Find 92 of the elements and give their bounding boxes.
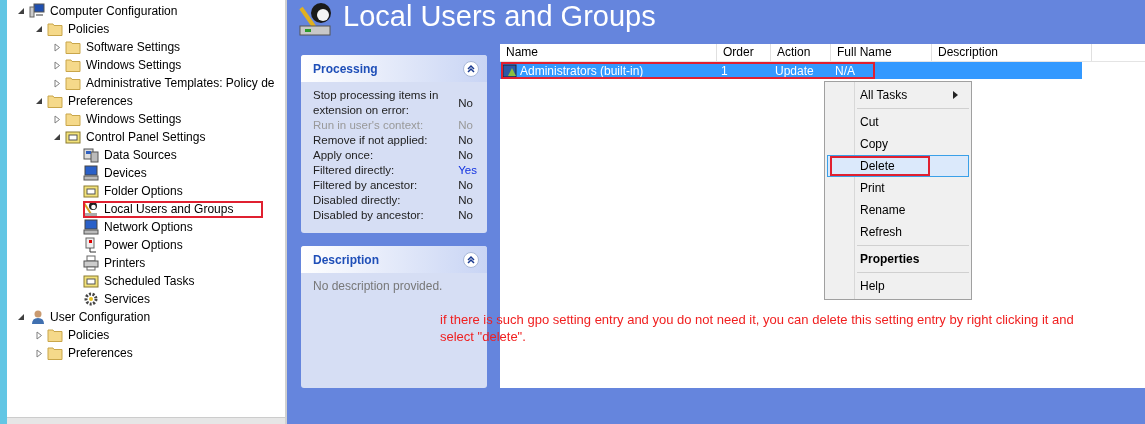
expand-arrow-icon[interactable]	[53, 78, 62, 88]
folder-icon	[47, 94, 63, 108]
collapse-arrow-icon[interactable]	[35, 96, 44, 106]
computer-icon	[29, 3, 45, 19]
setting-value: No	[458, 193, 474, 208]
menu-item[interactable]: Copy	[827, 133, 969, 155]
tree-item[interactable]: Data Sources	[102, 148, 179, 162]
expand-arrow-icon[interactable]	[53, 114, 62, 124]
menu-item[interactable]: All Tasks	[827, 84, 969, 106]
collapse-icon[interactable]	[463, 251, 479, 268]
tree-item[interactable]: Devices	[102, 166, 149, 180]
folder-icon	[65, 76, 81, 90]
tree-item[interactable]: Control Panel Settings	[84, 130, 208, 144]
tree-item[interactable]: Policies	[66, 22, 112, 36]
collapse-arrow-icon[interactable]	[35, 24, 44, 34]
menu-item[interactable]: Properties	[827, 248, 969, 270]
tree-item[interactable]: User Configuration	[48, 310, 153, 324]
folder-icon	[65, 112, 81, 126]
setting-value: No	[458, 148, 474, 163]
tree-item[interactable]: Preferences	[66, 94, 135, 108]
setting-label: Disabled directly:	[313, 193, 402, 208]
menu-item[interactable]: Rename	[827, 199, 969, 221]
setting-label: Disabled by ancestor:	[313, 208, 425, 223]
tree-item[interactable]: Services	[102, 292, 152, 306]
column-header[interactable]: Description	[932, 44, 1092, 61]
printer-icon	[83, 255, 99, 271]
folder-icon	[47, 328, 63, 342]
panel-title: Description	[313, 252, 379, 267]
expand-arrow-icon[interactable]	[53, 60, 62, 70]
setting-value: No	[458, 178, 474, 193]
setting-value: No	[458, 133, 474, 148]
user-icon	[29, 309, 45, 325]
table-cell-text: N/A	[834, 63, 856, 78]
expand-arrow-icon[interactable]	[35, 330, 44, 340]
tree-item[interactable]: Preferences	[66, 346, 135, 360]
submenu-arrow-icon	[953, 91, 958, 99]
panel-title: Processing	[313, 61, 378, 76]
tree-item[interactable]: Software Settings	[84, 40, 183, 54]
table-cell-text: 1	[720, 63, 729, 78]
description-text: No description provided.	[312, 278, 444, 295]
table-cell-text: Administrators (built-in)	[520, 63, 645, 78]
server-icon	[83, 147, 99, 163]
menu-item[interactable]: Refresh	[827, 221, 969, 243]
setting-label: Stop processing items in extension on error:	[313, 88, 440, 118]
column-header[interactable]: Action	[771, 44, 831, 61]
tree-item[interactable]: Printers	[102, 256, 148, 270]
collapse-icon[interactable]	[463, 60, 479, 77]
setting-label: Filtered directly:	[313, 163, 396, 178]
tree-item[interactable]: Windows Settings	[84, 112, 184, 126]
control-panel-icon	[83, 273, 99, 289]
tree-item[interactable]: Scheduled Tasks	[102, 274, 197, 288]
tree-item[interactable]: Folder Options	[102, 184, 185, 198]
column-header[interactable]: Name	[500, 44, 717, 61]
expand-arrow-icon[interactable]	[53, 42, 62, 52]
folder-icon	[47, 22, 63, 36]
setting-label: Apply once:	[313, 148, 375, 163]
collapse-arrow-icon[interactable]	[17, 6, 26, 16]
setting-value: Yes	[458, 163, 477, 178]
control-panel-icon	[83, 183, 99, 199]
setting-label: Run in user's context:	[313, 118, 425, 133]
menu-item[interactable]: Cut	[827, 111, 969, 133]
folder-icon	[65, 40, 81, 54]
tree-item[interactable]: Local Users and Groups	[102, 202, 236, 216]
monitor-icon	[83, 219, 99, 235]
setting-value: No	[458, 208, 474, 223]
control-panel-icon	[65, 129, 81, 145]
gear-icon	[83, 291, 99, 307]
expand-arrow-icon[interactable]	[35, 348, 44, 358]
menu-item[interactable]: Help	[827, 275, 969, 297]
setting-value: No	[458, 118, 474, 133]
tree-item[interactable]: Administrative Templates: Policy de	[84, 76, 277, 90]
menu-item[interactable]: Print	[827, 177, 969, 199]
plug-icon	[83, 237, 99, 253]
column-header[interactable]: Full Name	[831, 44, 932, 61]
page-title: Local Users and Groups	[343, 0, 656, 33]
tree-item[interactable]: Power Options	[102, 238, 185, 252]
tree-item[interactable]: Windows Settings	[84, 58, 184, 72]
tree-item[interactable]: Network Options	[102, 220, 195, 234]
tree-item[interactable]: Policies	[66, 328, 112, 342]
monitor-icon	[83, 165, 99, 181]
setting-value: No	[458, 95, 474, 111]
column-header[interactable]: Order	[717, 44, 771, 61]
folder-icon	[47, 346, 63, 360]
folder-icon	[65, 58, 81, 72]
collapse-arrow-icon[interactable]	[53, 132, 62, 142]
menu-item[interactable]: Delete	[827, 155, 969, 177]
tree-item[interactable]: Computer Configuration	[48, 4, 180, 18]
collapse-arrow-icon[interactable]	[17, 312, 26, 322]
setting-label: Filtered by ancestor:	[313, 178, 419, 193]
setting-label: Remove if not applied:	[313, 133, 429, 148]
horizontal-scrollbar[interactable]	[7, 417, 285, 424]
table-cell-text: Update	[774, 63, 815, 78]
